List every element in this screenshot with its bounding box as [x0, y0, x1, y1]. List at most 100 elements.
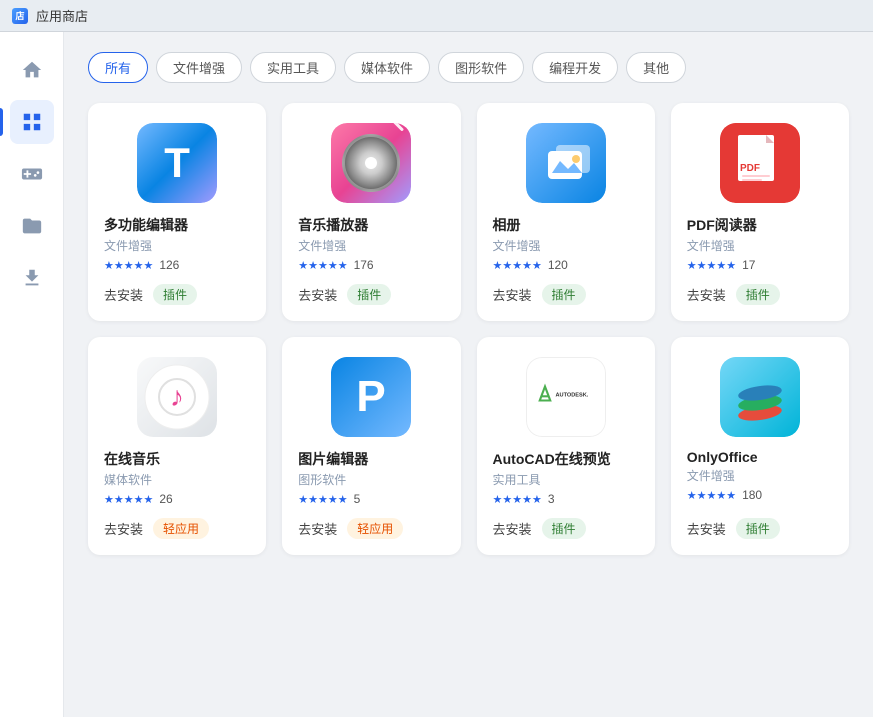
sidebar-item-apps[interactable]: [10, 100, 54, 144]
install-button-onlyoffice[interactable]: 去安装: [687, 519, 726, 538]
stars-count-onlyoffice: 180: [742, 488, 762, 502]
app-category-onlyoffice: 文件增强: [687, 467, 735, 484]
sidebar: [0, 32, 64, 717]
app-category-music-player: 文件增强: [298, 237, 346, 254]
app-name-online-music: 在线音乐: [104, 449, 160, 469]
app-icon-autocad: AUTODESK.: [526, 357, 606, 437]
filter-tab-tools[interactable]: 实用工具: [250, 52, 336, 83]
app-actions-photos: 去安装 插件: [493, 284, 586, 305]
app-card-autocad: AUTODESK. AutoCAD在线预览 实用工具 ★★★★★ 3 去安装 插…: [477, 337, 655, 555]
app-card-online-music: ♪ 在线音乐 媒体软件 ★★★★★ 26 去安装 轻应用: [88, 337, 266, 555]
app-stars-photos: ★★★★★ 120: [493, 258, 568, 272]
install-button-pic-editor[interactable]: 去安装: [298, 519, 337, 538]
app-grid: T 多功能编辑器 文件增强 ★★★★★ 126 去安装 插件: [88, 103, 849, 555]
app-actions-pdf: 去安装 插件: [687, 284, 780, 305]
install-button-photos[interactable]: 去安装: [493, 285, 532, 304]
svg-text:AUTODESK.: AUTODESK.: [555, 392, 588, 398]
app-card-pdf: PDF PDF阅读器 文件增强 ★★★★★ 17 去安装 插件: [671, 103, 849, 321]
stars-count-editor: 126: [159, 258, 179, 272]
app-stars-editor: ★★★★★ 126: [104, 258, 179, 272]
game-icon: [21, 163, 43, 185]
app-name-editor: 多功能编辑器: [104, 215, 188, 235]
photos-svg: [538, 135, 594, 191]
app-category-pdf: 文件增强: [687, 237, 735, 254]
stars-icons-onlyoffice: ★★★★★: [687, 489, 736, 502]
stars-count-pic-editor: 5: [354, 492, 361, 506]
app-name-pic-editor: 图片编辑器: [298, 449, 368, 469]
filter-tabs: 所有 文件增强 实用工具 媒体软件 图形软件 编程开发 其他: [88, 52, 849, 83]
filter-tab-dev[interactable]: 编程开发: [532, 52, 618, 83]
stars-icons-pic-editor: ★★★★★: [298, 493, 347, 506]
sidebar-item-games[interactable]: [10, 152, 54, 196]
badge-button-pic-editor[interactable]: 轻应用: [347, 518, 403, 539]
app-card-pic-editor: P 图片编辑器 图形软件 ★★★★★ 5 去安装 轻应用: [282, 337, 460, 555]
badge-button-online-music[interactable]: 轻应用: [153, 518, 209, 539]
download-icon: [21, 267, 43, 289]
app-category-pic-editor: 图形软件: [298, 471, 346, 488]
title-bar: 店 应用商店: [0, 0, 873, 32]
folder-icon: [21, 215, 43, 237]
stars-icons-music-player: ★★★★★: [298, 259, 347, 272]
onlyoffice-svg: [720, 357, 800, 437]
sidebar-item-download[interactable]: [10, 256, 54, 300]
filter-tab-media[interactable]: 媒体软件: [344, 52, 430, 83]
app-body: 所有 文件增强 实用工具 媒体软件 图形软件 编程开发 其他 T 多功能编辑器 …: [0, 32, 873, 717]
stars-count-photos: 120: [548, 258, 568, 272]
app-icon-pdf: PDF: [720, 123, 800, 203]
app-stars-music-player: ★★★★★ 176: [298, 258, 373, 272]
app-category-online-music: 媒体软件: [104, 471, 152, 488]
badge-button-photos[interactable]: 插件: [542, 284, 586, 305]
apps-icon: [21, 111, 43, 133]
stars-count-pdf: 17: [742, 258, 755, 272]
app-stars-pdf: ★★★★★ 17: [687, 258, 756, 272]
badge-button-pdf[interactable]: 插件: [736, 284, 780, 305]
install-button-online-music[interactable]: 去安装: [104, 519, 143, 538]
app-actions-music-player: 去安装 插件: [298, 284, 391, 305]
badge-button-music-player[interactable]: 插件: [347, 284, 391, 305]
stars-count-music-player: 176: [354, 258, 374, 272]
app-card-editor: T 多功能编辑器 文件增强 ★★★★★ 126 去安装 插件: [88, 103, 266, 321]
app-name-onlyoffice: OnlyOffice: [687, 449, 758, 465]
pic-editor-svg: P: [331, 357, 411, 437]
filter-tab-other[interactable]: 其他: [626, 52, 686, 83]
app-actions-editor: 去安装 插件: [104, 284, 197, 305]
app-icon-photos: [526, 123, 606, 203]
stars-icons-autocad: ★★★★★: [493, 493, 542, 506]
svg-text:♪: ♪: [170, 381, 184, 412]
filter-tab-file-enhance[interactable]: 文件增强: [156, 52, 242, 83]
badge-button-onlyoffice[interactable]: 插件: [736, 518, 780, 539]
svg-text:PDF: PDF: [740, 163, 760, 174]
app-stars-autocad: ★★★★★ 3: [493, 492, 555, 506]
title-bar-text: 应用商店: [36, 6, 88, 25]
app-actions-onlyoffice: 去安装 插件: [687, 518, 780, 539]
stars-icons-editor: ★★★★★: [104, 259, 153, 272]
stars-icons-photos: ★★★★★: [493, 259, 542, 272]
app-card-music-player: 音乐播放器 文件增强 ★★★★★ 176 去安装 插件: [282, 103, 460, 321]
sidebar-item-files[interactable]: [10, 204, 54, 248]
app-stars-onlyoffice: ★★★★★ 180: [687, 488, 762, 502]
badge-button-editor[interactable]: 插件: [153, 284, 197, 305]
app-actions-autocad: 去安装 插件: [493, 518, 586, 539]
install-button-music-player[interactable]: 去安装: [298, 285, 337, 304]
filter-tab-all[interactable]: 所有: [88, 52, 148, 83]
app-name-pdf: PDF阅读器: [687, 215, 757, 235]
install-button-autocad[interactable]: 去安装: [493, 519, 532, 538]
app-card-onlyoffice: OnlyOffice 文件增强 ★★★★★ 180 去安装 插件: [671, 337, 849, 555]
app-name-photos: 相册: [493, 215, 521, 235]
app-name-autocad: AutoCAD在线预览: [493, 449, 611, 469]
app-stars-pic-editor: ★★★★★ 5: [298, 492, 360, 506]
app-actions-pic-editor: 去安装 轻应用: [298, 518, 403, 539]
install-button-pdf[interactable]: 去安装: [687, 285, 726, 304]
app-category-photos: 文件增强: [493, 237, 541, 254]
svg-text:P: P: [357, 372, 386, 421]
filter-tab-graphics[interactable]: 图形软件: [438, 52, 524, 83]
pdf-svg: PDF: [720, 123, 800, 203]
app-icon: 店: [12, 8, 28, 24]
sidebar-item-home[interactable]: [10, 48, 54, 92]
autocad-svg: AUTODESK.: [531, 367, 601, 427]
badge-button-autocad[interactable]: 插件: [542, 518, 586, 539]
install-button-editor[interactable]: 去安装: [104, 285, 143, 304]
app-icon-pic-editor: P: [331, 357, 411, 437]
app-name-music-player: 音乐播放器: [298, 215, 368, 235]
home-icon: [21, 59, 43, 81]
